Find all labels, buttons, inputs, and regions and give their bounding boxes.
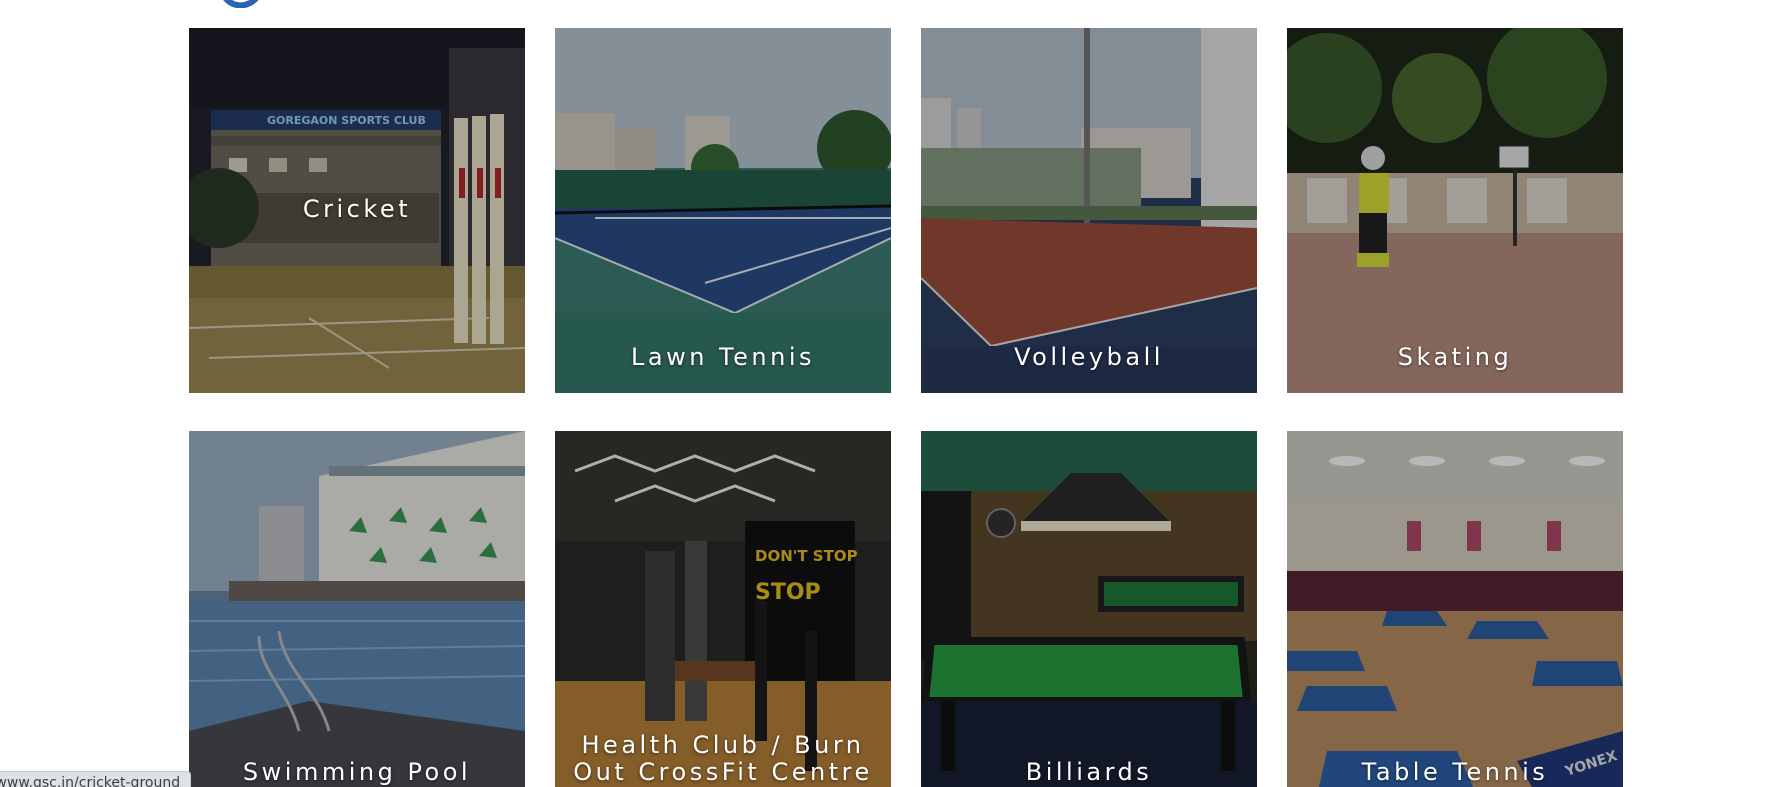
facility-tile-cricket[interactable]: GOREGAON SPORTS CLUB Cricket	[189, 28, 525, 393]
facility-tile-lawn-tennis[interactable]: Lawn Tennis	[555, 28, 891, 393]
page: GOREGAON SPORTS CLUB Cricket Lawn Tennis…	[0, 0, 1778, 787]
facility-tile-swimming-pool[interactable]: Swimming Pool	[189, 431, 525, 787]
facility-label: Lawn Tennis	[631, 343, 815, 371]
browser-status-url: //www.gsc.in/cricket-ground	[0, 771, 192, 787]
club-logo-icon[interactable]	[218, 0, 264, 8]
facility-tile-health-club[interactable]: DON'T STOP STOP Health Club / Burn Out C…	[555, 431, 891, 787]
facility-label: Swimming Pool	[242, 758, 472, 786]
facility-label: Health Club / Burn Out CrossFit Centre	[573, 731, 873, 786]
facility-tile-volleyball[interactable]: Volleyball	[921, 28, 1257, 393]
facility-label: Cricket	[302, 195, 412, 223]
facility-label: Skating	[1397, 343, 1513, 371]
facilities-grid: GOREGAON SPORTS CLUB Cricket Lawn Tennis…	[189, 28, 1623, 787]
facility-label: Table Tennis	[1361, 758, 1549, 786]
facility-tile-table-tennis[interactable]: YONEX Table Tennis	[1287, 431, 1623, 787]
facility-tile-skating[interactable]: Skating	[1287, 28, 1623, 393]
facility-label: Volleyball	[1014, 343, 1164, 371]
facility-tile-billiards[interactable]: Billiards	[921, 431, 1257, 787]
facility-label: Billiards	[1025, 758, 1153, 786]
